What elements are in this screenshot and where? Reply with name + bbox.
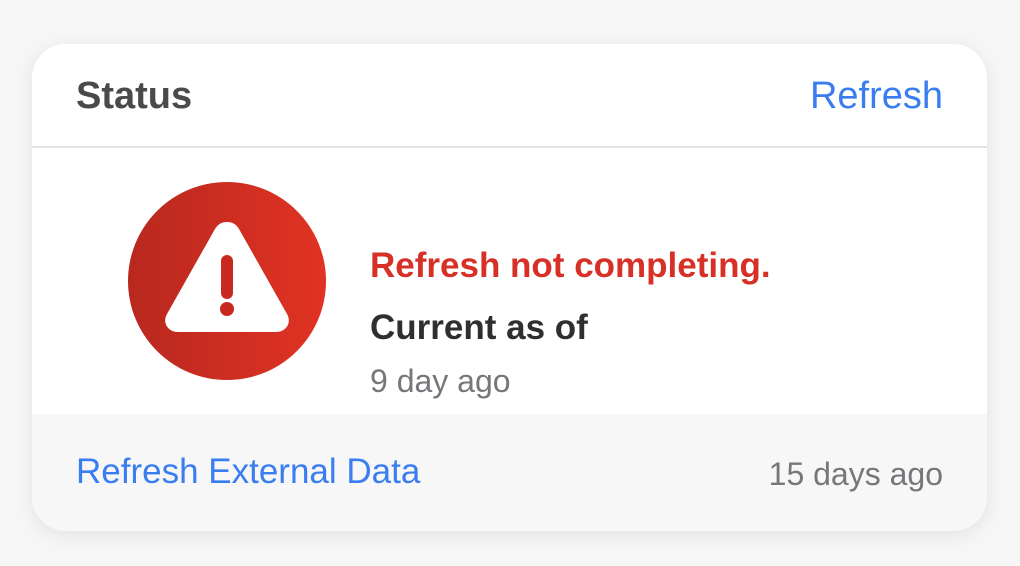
warning-triangle-icon [128, 182, 326, 380]
refresh-external-data-link[interactable]: Refresh External Data [76, 450, 420, 494]
refresh-button[interactable]: Refresh [810, 73, 943, 119]
external-data-time: 15 days ago [768, 456, 943, 492]
card-title: Status [76, 75, 193, 117]
status-body: Refresh not completing. Current as of 9 … [32, 148, 987, 414]
current-time-value: 9 day ago [370, 363, 511, 399]
status-error-text: Refresh not completing. [370, 246, 771, 285]
card-header: Status Refresh [32, 44, 987, 148]
current-as-of-label: Current as of [370, 308, 588, 347]
card-footer: Refresh External Data 15 days ago [32, 414, 987, 531]
status-card: Status Refresh Refresh not completing. C… [32, 44, 987, 531]
